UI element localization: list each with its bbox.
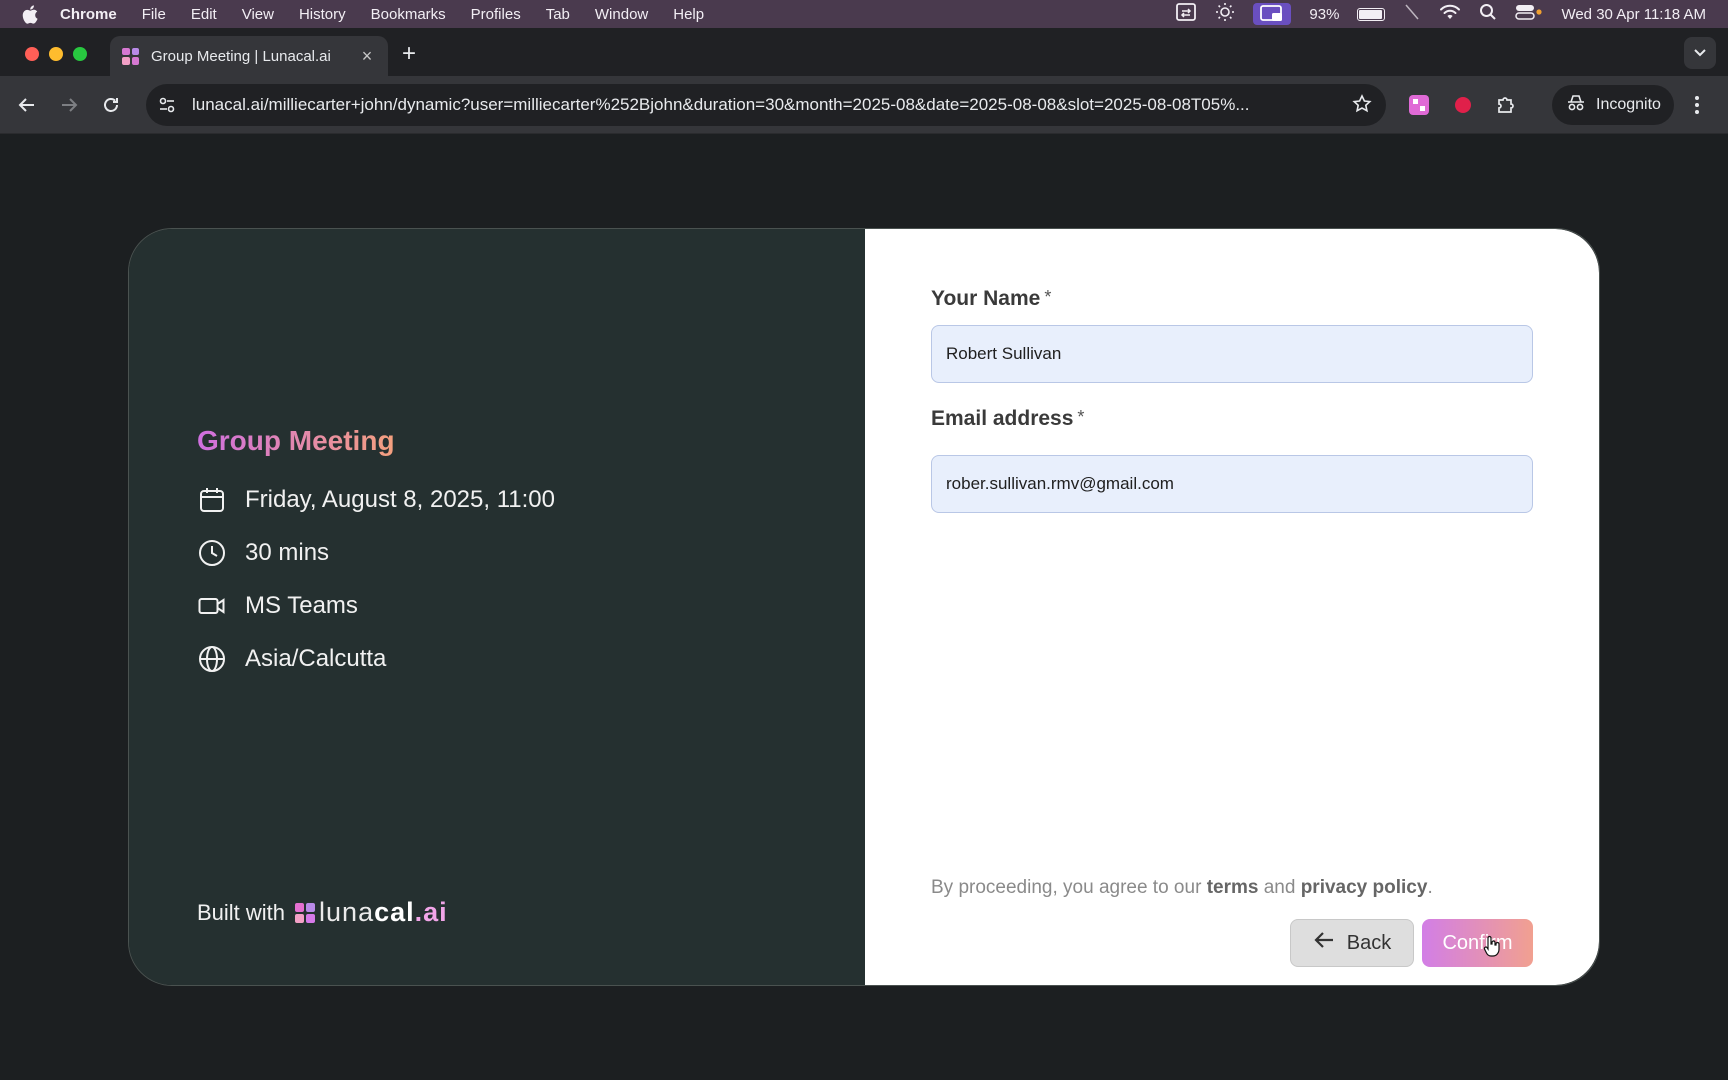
menu-help[interactable]: Help (673, 6, 704, 23)
chrome-tab-strip: Group Meeting | Lunacal.ai × + (0, 28, 1728, 76)
event-datetime: Friday, August 8, 2025, 11:00 (245, 486, 555, 513)
incognito-icon (1566, 94, 1586, 117)
screen-mirror-icon[interactable] (1175, 2, 1197, 26)
menu-view[interactable]: View (242, 6, 274, 23)
event-location-row: MS Teams (197, 591, 358, 621)
menubar-status-area: 93% Wed 30 Apr 11:18 AM (1175, 0, 1706, 28)
incognito-badge[interactable]: Incognito (1552, 85, 1674, 125)
back-button[interactable]: Back (1290, 919, 1414, 967)
reload-icon[interactable] (98, 92, 124, 118)
window-close-button[interactable] (25, 47, 39, 61)
built-with-text: Built with (197, 899, 286, 925)
menu-profiles[interactable]: Profiles (471, 6, 521, 23)
event-duration: 30 mins (245, 539, 330, 566)
back-arrow-icon[interactable] (14, 92, 40, 118)
privacy-policy-link[interactable]: privacy policy (1301, 877, 1428, 898)
tab-close-icon[interactable]: × (358, 46, 376, 67)
name-field-label: Your Name * (931, 287, 1052, 310)
screen-share-icon[interactable] (1253, 3, 1292, 25)
video-camera-icon (197, 591, 227, 621)
chrome-menu-kebab-icon[interactable] (1694, 94, 1700, 121)
confirm-button[interactable]: Confirm (1422, 919, 1533, 967)
extensions-puzzle-icon[interactable] (1495, 94, 1517, 116)
address-bar-url[interactable]: lunacal.ai/milliecarter+john/dynamic?use… (192, 95, 1332, 115)
terms-link[interactable]: terms (1207, 877, 1259, 898)
menu-file[interactable]: File (142, 6, 166, 23)
menu-edit[interactable]: Edit (191, 6, 217, 23)
bookmark-star-icon[interactable] (1352, 94, 1372, 119)
name-input[interactable]: Robert Sullivan (931, 325, 1533, 383)
event-details-panel: Group Meeting Friday, August 8, 2025, 11… (129, 229, 865, 985)
event-timezone: Asia/Calcutta (245, 645, 387, 672)
event-location: MS Teams (245, 592, 358, 619)
clock-icon (197, 538, 227, 568)
booking-form-panel: Your Name * Robert Sullivan Email address… (865, 229, 1599, 985)
built-with-footer: Built with lunacal.ai (197, 897, 448, 928)
macos-menubar: Chrome File Edit View History Bookmarks … (0, 0, 1728, 28)
arrow-left-icon (1313, 930, 1335, 956)
lunacal-logo-wordmark[interactable]: lunacal.ai (319, 897, 448, 928)
menu-window[interactable]: Window (595, 6, 648, 23)
menu-app-chrome[interactable]: Chrome (60, 6, 117, 23)
event-timezone-row: Asia/Calcutta (197, 644, 386, 674)
event-datetime-row: Friday, August 8, 2025, 11:00 (197, 485, 555, 515)
battery-percent: 93% (1309, 5, 1340, 23)
spotlight-search-icon[interactable] (1479, 3, 1497, 25)
booking-card: Group Meeting Friday, August 8, 2025, 11… (128, 228, 1600, 986)
menubar-clock[interactable]: Wed 30 Apr 11:18 AM (1561, 6, 1706, 23)
site-info-icon[interactable] (156, 96, 178, 114)
brightness-icon[interactable] (1215, 2, 1235, 26)
battery-icon[interactable] (1357, 7, 1386, 21)
event-title: Group Meeting (197, 425, 395, 456)
lunacal-logo-icon (295, 902, 316, 923)
wifi-icon[interactable] (1439, 4, 1461, 24)
menu-tab[interactable]: Tab (546, 6, 570, 23)
globe-icon (197, 644, 227, 674)
chrome-toolbar: lunacal.ai/milliecarter+john/dynamic?use… (0, 76, 1728, 134)
browser-tab-active[interactable]: Group Meeting | Lunacal.ai × (110, 36, 388, 76)
hand-cursor-icon (1483, 935, 1501, 962)
email-input[interactable]: rober.sullivan.rmv@gmail.com (931, 455, 1533, 513)
pen-slash-icon[interactable] (1403, 3, 1421, 25)
back-button-label: Back (1346, 931, 1392, 954)
terms-notice: By proceeding, you agree to our terms an… (931, 877, 1433, 898)
forward-arrow-icon[interactable] (56, 92, 82, 118)
tab-search-chevron-icon[interactable] (1684, 37, 1716, 69)
address-bar[interactable]: lunacal.ai/milliecarter+john/dynamic?use… (146, 84, 1386, 126)
email-field-label: Email address * (931, 407, 1085, 430)
page-content: Group Meeting Friday, August 8, 2025, 11… (0, 134, 1728, 1080)
window-minimize-button[interactable] (49, 47, 63, 61)
incognito-label: Incognito (1596, 96, 1661, 113)
required-asterisk: * (1044, 287, 1052, 307)
calendar-icon (197, 485, 227, 515)
apple-icon[interactable] (22, 4, 42, 24)
tab-title: Group Meeting | Lunacal.ai (151, 47, 331, 65)
new-tab-plus-icon[interactable]: + (402, 42, 416, 66)
confirm-button-label: Confirm (1442, 931, 1513, 954)
lunacal-favicon-icon (122, 47, 139, 65)
required-asterisk: * (1077, 407, 1085, 427)
event-duration-row: 30 mins (197, 538, 329, 568)
window-zoom-button[interactable] (73, 47, 87, 61)
menu-history[interactable]: History (299, 6, 346, 23)
control-center-icon[interactable] (1515, 3, 1543, 25)
record-extension-icon[interactable] (1452, 94, 1474, 116)
menu-bookmarks[interactable]: Bookmarks (371, 6, 446, 23)
lunacal-extension-icon[interactable] (1408, 94, 1430, 116)
